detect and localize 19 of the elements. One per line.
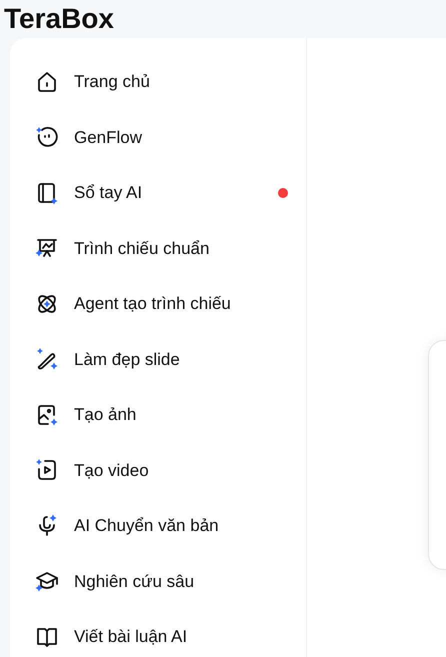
- sidebar-item[interactable]: Tạo ảnh: [10, 387, 306, 442]
- smiley-icon: [35, 125, 59, 150]
- graduation-cap-icon: [35, 569, 59, 594]
- sidebar-item[interactable]: Agent tạo trình chiếu: [10, 276, 306, 332]
- video-icon: [35, 458, 59, 482]
- sidebar-item[interactable]: AI Chuyển văn bản: [10, 498, 306, 554]
- home-icon: [35, 70, 59, 94]
- sidebar-item[interactable]: Nghiên cứu sâu: [10, 554, 306, 609]
- sidebar-item[interactable]: Viết bài luận AI: [10, 609, 306, 657]
- sidebar-item[interactable]: Tạo video: [10, 442, 306, 498]
- magic-wand-icon: [35, 347, 59, 372]
- sidebar-item[interactable]: Trình chiếu chuẩn: [10, 220, 306, 276]
- sidebar-item[interactable]: Làm đẹp slide: [10, 332, 306, 387]
- sidebar-item[interactable]: Trang chủ: [10, 54, 306, 110]
- sidebar-item[interactable]: Sổ tay AI: [10, 165, 306, 220]
- notebook-icon: [35, 180, 59, 205]
- image-icon: [35, 402, 59, 427]
- sidebar-item[interactable]: GenFlow: [10, 110, 306, 165]
- logo-text: TeraBox: [4, 2, 114, 36]
